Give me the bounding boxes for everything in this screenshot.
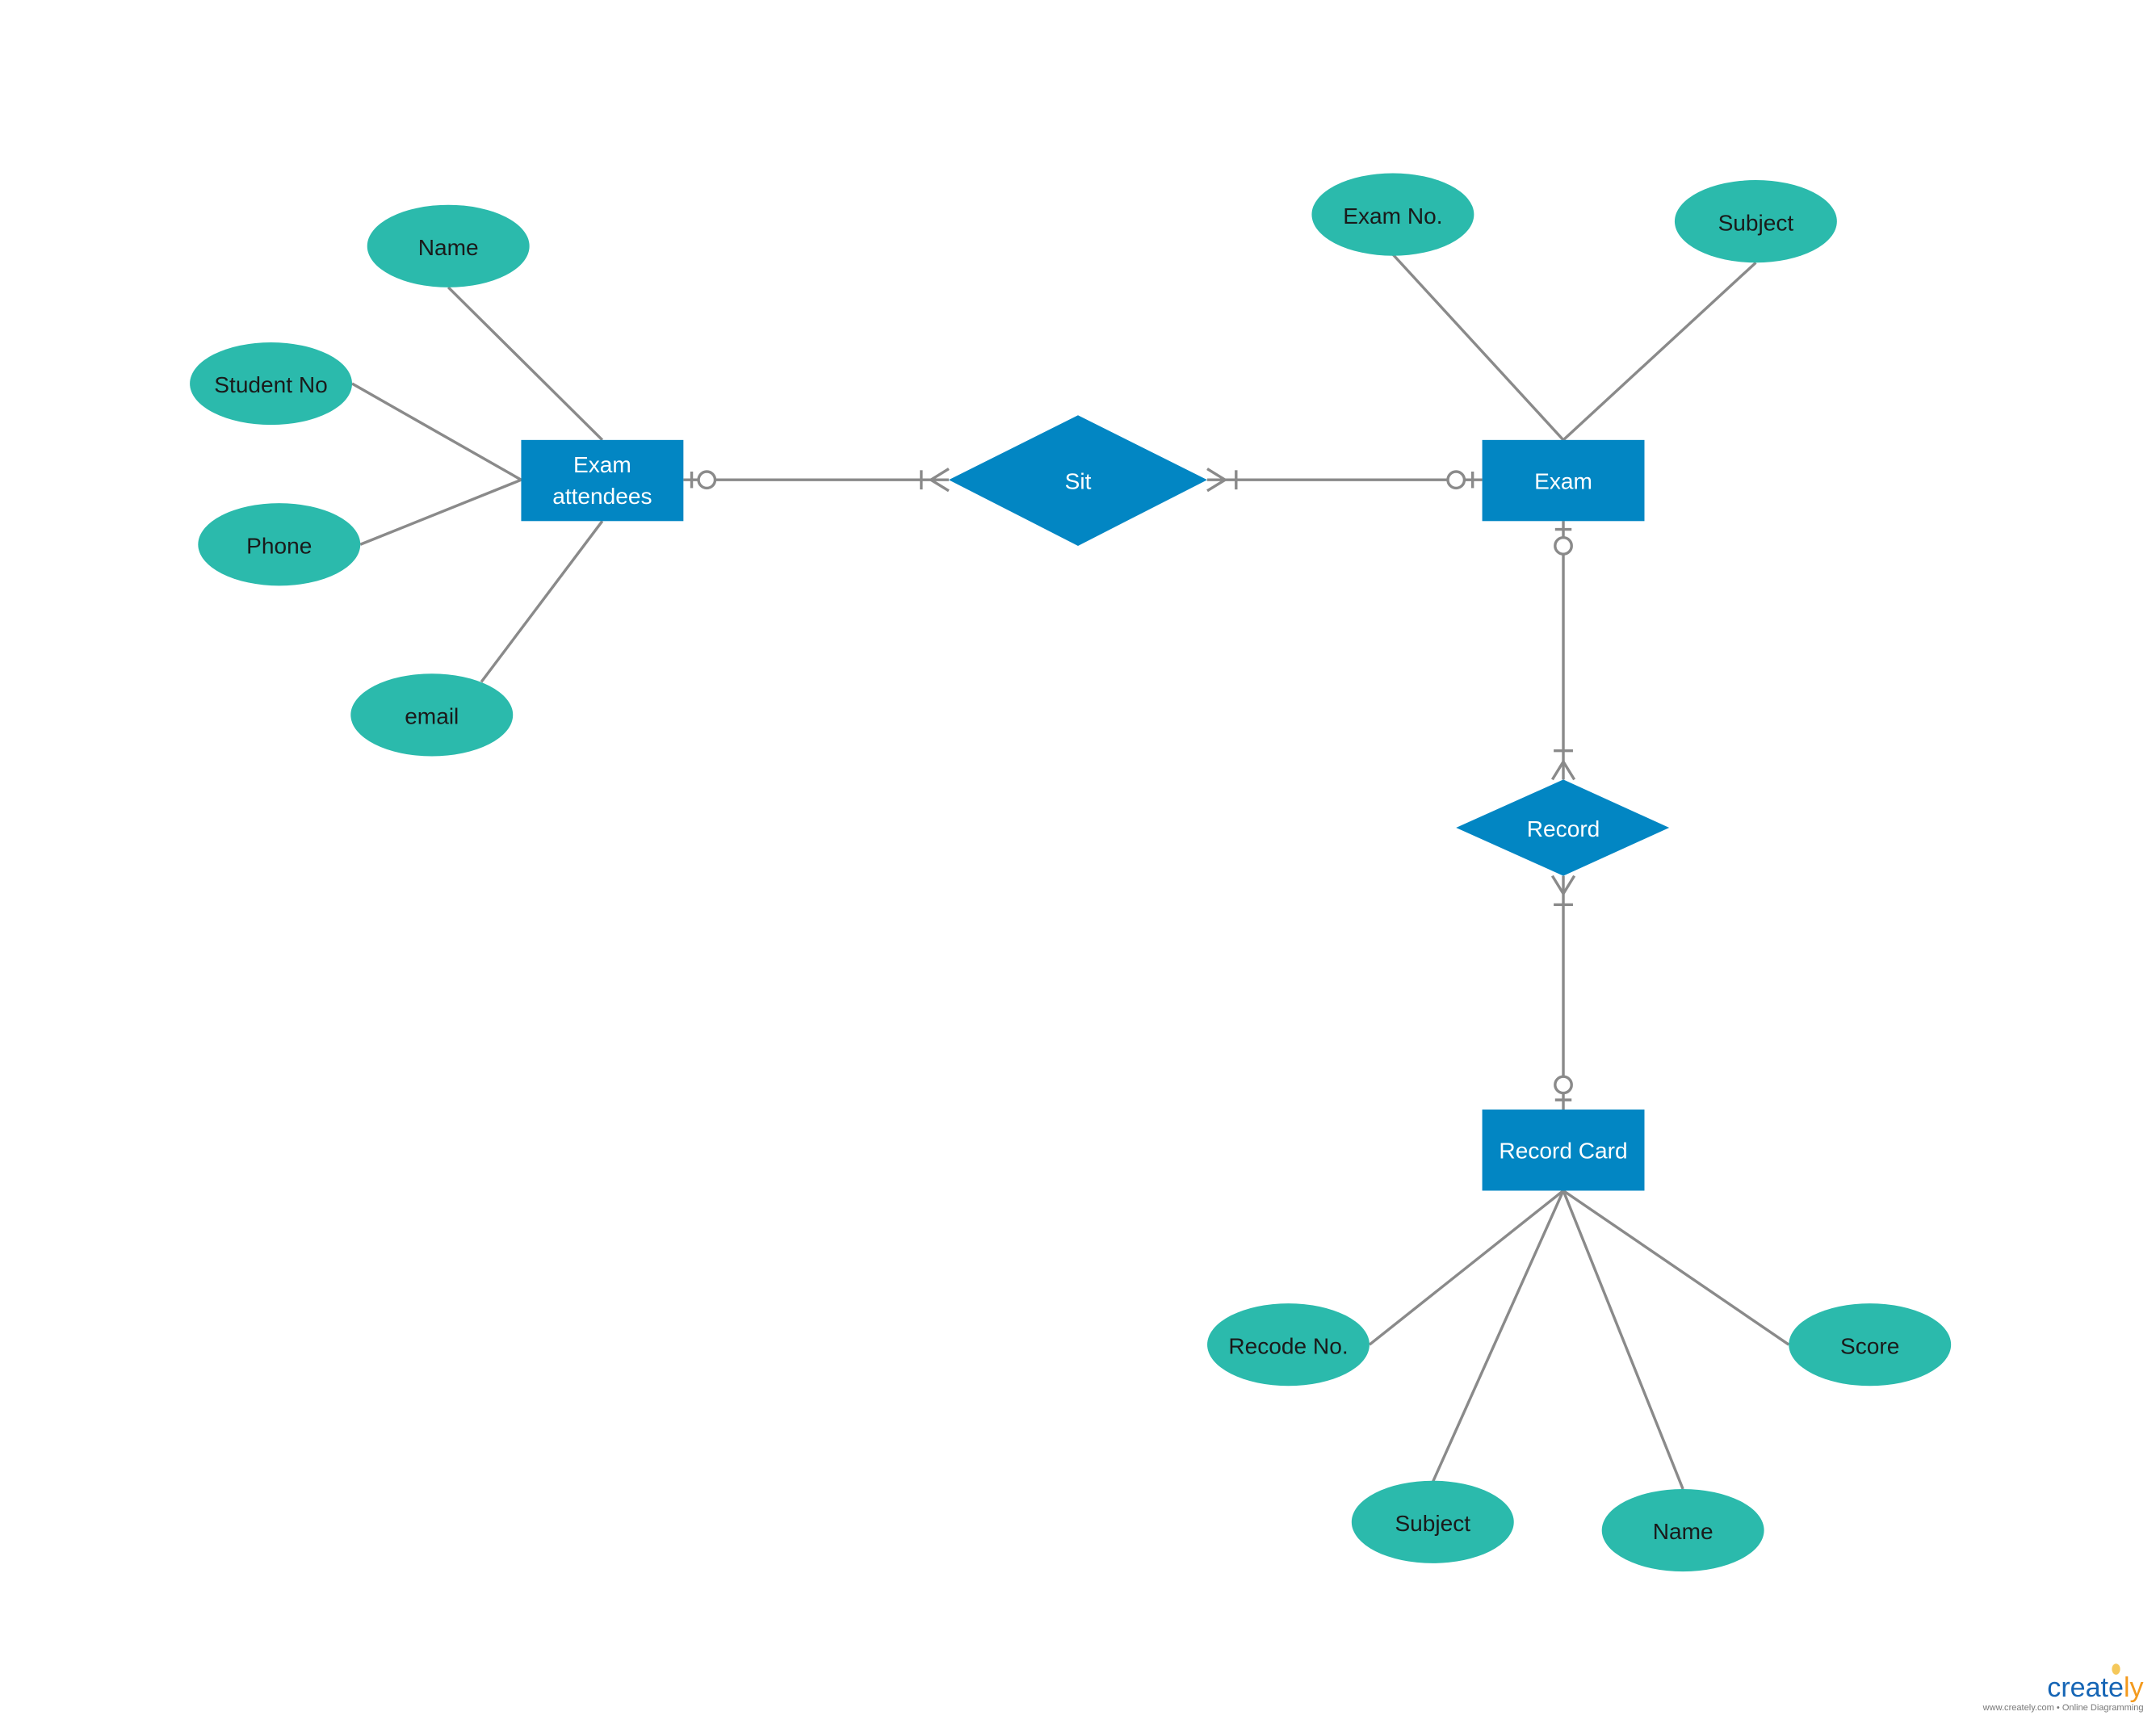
relationship-label: Sit bbox=[1065, 468, 1092, 493]
attribute-phone[interactable]: Phone bbox=[198, 503, 361, 586]
attribute-student-no[interactable]: Student No bbox=[190, 342, 353, 426]
entity-label: attendees bbox=[552, 484, 652, 509]
attribute-exam-subject[interactable]: Subject bbox=[1674, 180, 1837, 263]
entity-record-card[interactable]: Record Card bbox=[1482, 1110, 1645, 1191]
attribute-exam-no[interactable]: Exam No. bbox=[1311, 173, 1474, 256]
attribute-label: Subject bbox=[1395, 1511, 1470, 1536]
attribute-name[interactable]: Name bbox=[367, 204, 530, 287]
creately-logo: creately bbox=[2047, 1672, 2143, 1703]
connector-sit-exam[interactable] bbox=[1206, 468, 1483, 493]
entity-exam-attendees[interactable]: Exam attendees bbox=[521, 439, 684, 522]
attribute-label: Exam No. bbox=[1343, 203, 1442, 229]
attribute-card-name[interactable]: Name bbox=[1601, 1488, 1764, 1572]
attribute-label: Score bbox=[1840, 1333, 1899, 1358]
creately-tagline: www.creately.com • Online Diagramming bbox=[1982, 1703, 2144, 1713]
attribute-label: Phone bbox=[246, 533, 312, 558]
attribute-label: Recode No. bbox=[1228, 1333, 1348, 1358]
creately-watermark: creately www.creately.com • Online Diagr… bbox=[1982, 1663, 2144, 1713]
attribute-email[interactable]: email bbox=[350, 673, 514, 757]
attribute-label: email bbox=[405, 704, 459, 729]
er-diagram: Exam attendees Exam Record Card Sit Reco… bbox=[190, 173, 2144, 1713]
attribute-recode-no[interactable]: Recode No. bbox=[1207, 1303, 1370, 1386]
relationship-record[interactable]: Record bbox=[1456, 779, 1670, 876]
entity-label: Exam bbox=[1534, 468, 1592, 493]
connector-attendees-sit[interactable] bbox=[683, 468, 950, 493]
relationship-label: Record bbox=[1527, 816, 1600, 841]
attribute-card-subject[interactable]: Subject bbox=[1351, 1480, 1514, 1563]
entity-label: Exam bbox=[573, 452, 631, 477]
attribute-label: Subject bbox=[1718, 210, 1794, 235]
entity-exam[interactable]: Exam bbox=[1482, 439, 1645, 522]
connector-record-recordcard[interactable] bbox=[1550, 875, 1576, 1110]
attribute-label: Student No bbox=[214, 372, 328, 397]
attribute-score[interactable]: Score bbox=[1789, 1303, 1952, 1386]
entity-label: Record Card bbox=[1499, 1139, 1627, 1164]
attribute-label: Name bbox=[418, 235, 479, 260]
attribute-label: Name bbox=[1653, 1519, 1713, 1544]
relationship-sit[interactable]: Sit bbox=[948, 415, 1208, 546]
connector-exam-record[interactable] bbox=[1550, 521, 1576, 781]
